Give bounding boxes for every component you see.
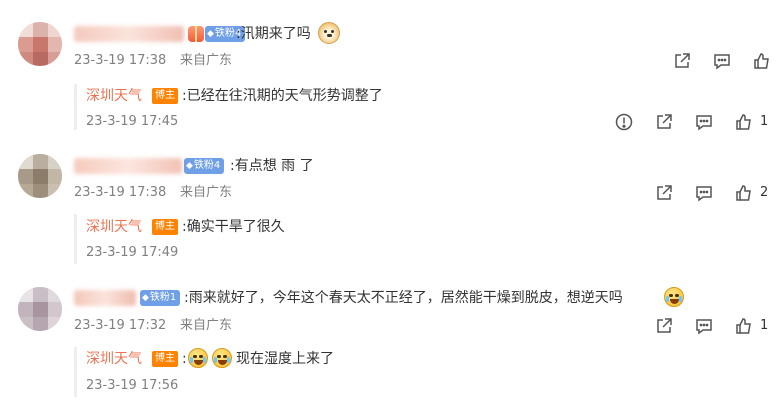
comment-text: :汛期来了吗	[236, 26, 311, 42]
comment-location: 来自广东	[180, 318, 233, 333]
like-icon[interactable]	[752, 51, 772, 71]
comment-text: :有点想 雨 了	[230, 158, 314, 174]
comment-text: :雨来就好了，今年这个春天太不正经了，居然能干燥到脱皮，想逆天吗	[184, 290, 623, 306]
fan-badge[interactable]: ◆铁粉4	[184, 158, 225, 174]
like-count: 1	[760, 114, 769, 129]
reply-author[interactable]: 深圳天气	[86, 86, 142, 106]
comment-location: 来自广东	[180, 53, 233, 68]
username-redacted[interactable]	[74, 26, 184, 42]
crying-laugh-emoji	[188, 348, 208, 368]
reply-prefix: :	[182, 351, 187, 367]
diamond-icon: ◆	[142, 293, 149, 303]
reply-divider	[74, 214, 77, 264]
like-icon[interactable]	[734, 316, 754, 336]
avatar[interactable]	[18, 154, 62, 198]
avatar[interactable]	[18, 287, 62, 331]
doge-emoji	[318, 22, 340, 44]
share-icon[interactable]	[654, 183, 674, 203]
reply-text: 现在湿度上来了	[236, 351, 334, 367]
gift-badge-icon	[188, 26, 204, 42]
like-count: 1	[760, 318, 769, 333]
crying-laugh-emoji	[212, 348, 232, 368]
comment-time: 23-3-19 17:32	[74, 318, 167, 333]
reply-divider	[74, 84, 77, 130]
comment-icon[interactable]	[712, 51, 732, 71]
reply-text: :确实干旱了很久	[182, 219, 285, 235]
host-badge: 博主	[152, 219, 178, 235]
comment-icon[interactable]	[694, 316, 714, 336]
comment-icon[interactable]	[694, 183, 714, 203]
fan-badge[interactable]: ◆铁粉1	[140, 290, 181, 306]
reply-author[interactable]: 深圳天气	[86, 349, 142, 369]
username-redacted[interactable]	[74, 158, 182, 174]
comment-icon[interactable]	[694, 112, 714, 132]
reply-time: 23-3-19 17:56	[86, 378, 179, 393]
report-icon[interactable]	[614, 112, 634, 132]
username-redacted[interactable]	[74, 290, 136, 306]
like-icon[interactable]	[734, 112, 754, 132]
diamond-icon: ◆	[207, 29, 214, 39]
avatar[interactable]	[18, 22, 62, 66]
like-icon[interactable]	[734, 183, 754, 203]
reply-time: 23-3-19 17:49	[86, 245, 179, 260]
comment-time: 23-3-19 17:38	[74, 185, 167, 200]
host-badge: 博主	[152, 351, 178, 367]
share-icon[interactable]	[672, 51, 692, 71]
crying-laugh-emoji	[664, 287, 684, 307]
reply-time: 23-3-19 17:45	[86, 114, 179, 129]
reply-text: :已经在往汛期的天气形势调整了	[182, 88, 383, 104]
diamond-icon: ◆	[186, 161, 193, 171]
like-count: 2	[760, 185, 769, 200]
comment-location: 来自广东	[180, 185, 233, 200]
comment-time: 23-3-19 17:38	[74, 53, 167, 68]
reply-divider	[74, 347, 77, 397]
host-badge: 博主	[152, 88, 178, 104]
share-icon[interactable]	[654, 316, 674, 336]
share-icon[interactable]	[654, 112, 674, 132]
reply-author[interactable]: 深圳天气	[86, 217, 142, 237]
